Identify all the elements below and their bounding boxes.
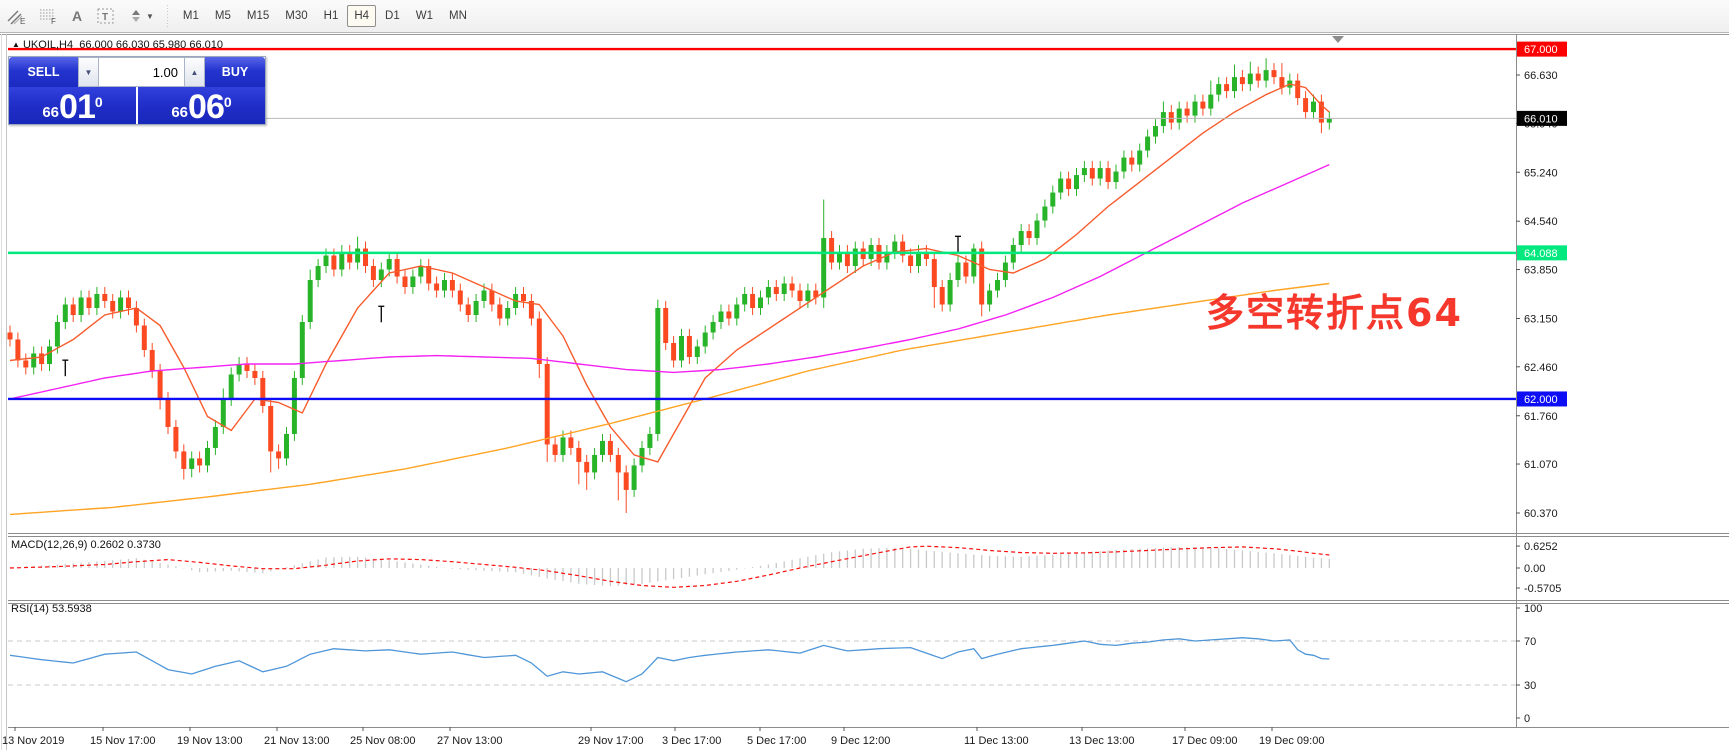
svg-text:62.000: 62.000 xyxy=(1524,394,1558,406)
fibonacci-icon: F xyxy=(40,9,56,25)
svg-text:64.088: 64.088 xyxy=(1524,248,1558,260)
timeframe-button-M1[interactable]: M1 xyxy=(176,5,206,27)
price-tick-label: 61.760 xyxy=(1524,411,1558,423)
svg-text:66.010: 66.010 xyxy=(1524,113,1558,125)
buy-price-prefix: 66 xyxy=(171,104,189,121)
rsi-tick-label: 30 xyxy=(1524,680,1536,692)
text-tool-icon: A xyxy=(71,8,83,24)
price-tick-label: 63.850 xyxy=(1524,265,1558,277)
volume-decrease-button[interactable]: ▼ xyxy=(78,57,99,87)
timeframe-button-M5[interactable]: M5 xyxy=(208,5,238,27)
buy-price-tile[interactable]: 66 06 0 xyxy=(138,87,265,124)
timeframe-group: M1 M5 M15 M30 H1 H4 D1 W1 MN xyxy=(175,5,475,27)
svg-text:F: F xyxy=(51,17,56,25)
price-tick-label: 61.070 xyxy=(1524,459,1558,471)
text-label-icon: T xyxy=(97,8,114,24)
price-tick-label: 64.540 xyxy=(1524,216,1558,228)
chevron-down-icon[interactable]: ▼ xyxy=(146,12,154,21)
time-tick-label: 19 Dec 09:00 xyxy=(1259,735,1324,747)
timeframe-button-M15[interactable]: M15 xyxy=(240,5,276,27)
price-tick-label: 65.240 xyxy=(1524,167,1558,179)
svg-text:T: T xyxy=(102,12,108,23)
toolbar-separator xyxy=(163,5,171,27)
sell-price-big-digits: 01 xyxy=(59,88,96,127)
svg-text:E: E xyxy=(20,17,25,25)
price-tick-label: 62.460 xyxy=(1524,362,1558,374)
timeframe-button-H1[interactable]: H1 xyxy=(317,5,346,27)
time-tick-label: 29 Nov 17:00 xyxy=(578,735,643,747)
macd-tick-label: 0.6252 xyxy=(1524,541,1558,553)
arrow-objects-tool-button[interactable]: ▼ xyxy=(123,4,159,28)
rsi-tick-label: 0 xyxy=(1524,713,1530,725)
direction-up-icon: ▲ xyxy=(12,40,20,49)
svg-text:67.000: 67.000 xyxy=(1524,44,1558,56)
sell-price-prefix: 66 xyxy=(42,104,60,121)
volume-increase-button[interactable]: ▲ xyxy=(184,57,205,87)
one-click-trading-panel: SELL ▼ ▲ BUY 66 01 0 66 06 0 xyxy=(8,56,266,125)
time-tick-label: 17 Dec 09:00 xyxy=(1172,735,1237,747)
time-tick-label: 11 Dec 13:00 xyxy=(964,735,1029,747)
sell-price-tile[interactable]: 66 01 0 xyxy=(9,87,136,124)
time-tick-label: 5 Dec 17:00 xyxy=(747,735,806,747)
price-tick-label: 60.370 xyxy=(1524,508,1558,520)
timeframe-button-D1[interactable]: D1 xyxy=(378,5,407,27)
time-tick-label: 27 Nov 13:00 xyxy=(437,735,502,747)
rsi-indicator-label: RSI(14) 53.5938 xyxy=(11,603,92,615)
rsi-tick-label: 100 xyxy=(1524,603,1542,615)
equidistant-channel-icon: E xyxy=(7,10,25,25)
sell-price-pip-digit: 0 xyxy=(94,94,103,110)
timeframe-button-H4[interactable]: H4 xyxy=(347,5,377,27)
symbol-ohlc-text: UKOIL,H4 66.000 66.030 65.980 66.010 xyxy=(22,39,223,51)
macd-indicator-label: MACD(12,26,9) 0.2602 0.3730 xyxy=(11,539,161,551)
timeframe-button-MN[interactable]: MN xyxy=(442,5,474,27)
chart-annotation-text: 多空转折点64 xyxy=(1206,291,1463,335)
mt4-window: { "toolbar": { "tools": [ { "name": "equ… xyxy=(0,0,1729,750)
time-tick-label: 19 Nov 13:00 xyxy=(177,735,242,747)
volume-input[interactable] xyxy=(99,57,184,87)
text-label-tool-button[interactable]: T xyxy=(91,4,121,28)
rsi-tick-label: 70 xyxy=(1524,636,1536,648)
time-tick-label: 25 Nov 08:00 xyxy=(350,735,415,747)
chart-symbol-header: ▲ UKOIL,H4 66.000 66.030 65.980 66.010 xyxy=(12,39,223,51)
time-tick-label: 21 Nov 13:00 xyxy=(264,735,329,747)
toolbar: E F A T ▼ M1 M5 M15 M30 H1 H4 D1 W1 MN xyxy=(0,0,1729,33)
time-tick-label: 13 Dec 13:00 xyxy=(1069,735,1134,747)
buy-button[interactable]: BUY xyxy=(205,57,265,87)
buy-price-pip-digit: 0 xyxy=(223,94,232,110)
arrow-objects-icon xyxy=(132,10,140,22)
macd-tick-label: 0.00 xyxy=(1524,563,1545,575)
buy-price-big-digits: 06 xyxy=(188,88,225,127)
time-tick-label: 13 Nov 2019 xyxy=(2,735,64,747)
timeframe-button-M30[interactable]: M30 xyxy=(278,5,314,27)
time-tick-label: 15 Nov 17:00 xyxy=(90,735,155,747)
equidistant-channel-tool-button[interactable]: E xyxy=(1,4,31,28)
price-tick-label: 63.150 xyxy=(1524,313,1558,325)
time-tick-label: 3 Dec 17:00 xyxy=(662,735,721,747)
time-tick-label: 9 Dec 12:00 xyxy=(831,735,890,747)
macd-tick-label: -0.5705 xyxy=(1524,583,1561,595)
price-tick-label: 66.630 xyxy=(1524,70,1558,82)
fibonacci-tool-button[interactable]: F xyxy=(33,4,63,28)
sell-button[interactable]: SELL xyxy=(9,57,78,87)
timeframe-button-W1[interactable]: W1 xyxy=(409,5,440,27)
text-tool-button[interactable]: A xyxy=(65,4,89,28)
